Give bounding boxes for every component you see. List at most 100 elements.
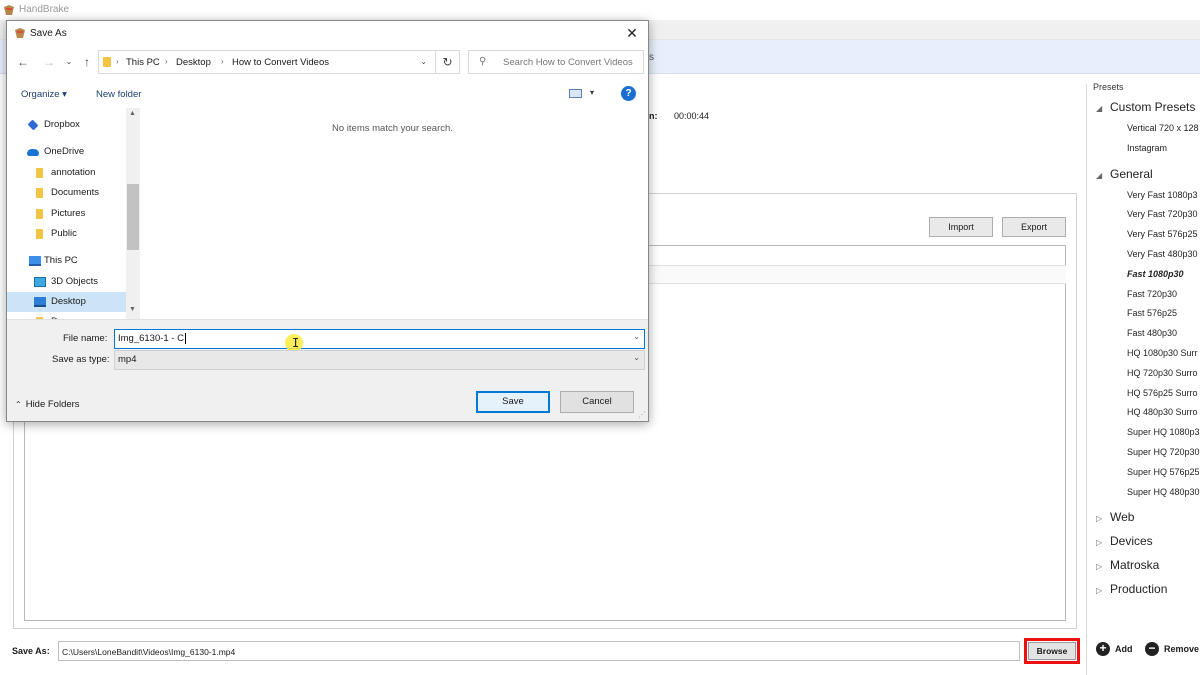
collapse-triangle-icon[interactable]: ◢ <box>1096 104 1110 113</box>
add-preset-button[interactable]: + Add <box>1096 642 1133 656</box>
export-button[interactable]: Export <box>1002 217 1066 237</box>
computer-icon <box>29 256 41 266</box>
nav-item-label: Documents <box>51 187 100 198</box>
breadcrumb-desktop[interactable]: Desktop <box>176 57 211 68</box>
view-dropdown-icon[interactable]: ▾ <box>590 88 594 97</box>
folder-icon <box>36 229 43 239</box>
breadcrumb-separator-icon: › <box>116 57 119 66</box>
address-dropdown-icon[interactable]: ⌄ <box>420 57 427 66</box>
scroll-thumb[interactable] <box>127 184 139 250</box>
preset-item[interactable]: Fast 480p30 <box>1127 328 1177 338</box>
save-type-select[interactable]: mp4 ⌄ <box>114 350 645 370</box>
preset-item[interactable]: Instagram <box>1127 143 1167 153</box>
collapse-triangle-icon[interactable]: ◢ <box>1096 171 1110 180</box>
folder-icon <box>36 188 43 198</box>
remove-preset-label: Remove <box>1164 644 1200 654</box>
preset-item[interactable]: Fast 576p25 <box>1127 308 1177 318</box>
back-arrow-icon[interactable]: ← <box>16 55 30 69</box>
nav-item-label: This PC <box>44 255 78 266</box>
import-button[interactable]: Import <box>929 217 993 237</box>
command-bar: Organize ▾ New folder ▾ ? <box>7 83 648 105</box>
preset-group-label: Matroska <box>1110 558 1160 573</box>
preset-group-label: Production <box>1110 582 1168 597</box>
nav-item[interactable]: 3D Objects <box>7 272 126 292</box>
folder-icon <box>103 57 111 67</box>
file-list-pane[interactable]: No items match your search. <box>140 108 648 319</box>
text-cursor-icon: I <box>292 336 300 350</box>
preset-item[interactable]: HQ 480p30 Surro <box>1127 407 1198 417</box>
breadcrumb-this-pc[interactable]: This PC <box>126 57 160 68</box>
preset-group[interactable]: ▷ Production <box>1096 582 1167 596</box>
chevron-up-icon: ⌃ <box>15 400 22 409</box>
preset-item[interactable]: Super HQ 480p30 <box>1127 487 1200 497</box>
preset-item[interactable]: Super HQ 576p25 <box>1127 467 1200 477</box>
view-options-icon[interactable] <box>569 89 582 98</box>
up-arrow-icon[interactable]: ↑ <box>80 55 94 69</box>
new-folder-button[interactable]: New folder <box>96 89 141 100</box>
preset-item[interactable]: Super HQ 1080p3 <box>1127 427 1200 437</box>
destination-path-input[interactable]: C:\Users\LoneBandit\Videos\Img_6130-1.mp… <box>58 641 1020 661</box>
preset-group[interactable]: ▷ Web <box>1096 510 1134 524</box>
nav-item-label: annotation <box>51 167 96 178</box>
nav-item[interactable]: Dropbox <box>7 115 126 135</box>
remove-preset-button[interactable]: − Remove <box>1145 642 1199 656</box>
breadcrumb-folder[interactable]: How to Convert Videos <box>232 57 329 68</box>
forward-arrow-icon[interactable]: → <box>42 55 56 69</box>
expand-triangle-icon[interactable]: ▷ <box>1096 586 1110 595</box>
preset-group[interactable]: ◢ Custom Presets <box>1096 100 1195 114</box>
preset-group[interactable]: ▷ Devices <box>1096 534 1153 548</box>
resize-grip-icon[interactable]: ⋰ <box>638 410 646 419</box>
navigation-pane: Dropbox OneDrive annotation Documents Pictur… <box>7 108 140 319</box>
preset-group[interactable]: ◢ General <box>1096 167 1153 181</box>
expand-triangle-icon[interactable]: ▷ <box>1096 562 1110 571</box>
nav-item[interactable]: Public <box>7 224 126 244</box>
preset-item[interactable]: Fast 1080p30 <box>1127 269 1184 279</box>
preset-item[interactable]: HQ 576p25 Surro <box>1127 388 1198 398</box>
nav-item[interactable]: This PC <box>7 251 126 271</box>
navigation-scrollbar[interactable]: ▲ ▼ <box>126 108 140 319</box>
nav-item[interactable]: D <box>7 312 126 319</box>
presets-heading: Presets <box>1093 82 1127 92</box>
refresh-icon[interactable]: ↻ <box>436 50 460 74</box>
nav-item[interactable]: Documents <box>7 183 126 203</box>
scroll-down-icon[interactable]: ▼ <box>129 306 136 313</box>
browse-button[interactable]: Browse <box>1028 642 1076 660</box>
preset-item[interactable]: HQ 720p30 Surro <box>1127 368 1198 378</box>
preset-item[interactable]: Super HQ 720p30 <box>1127 447 1200 457</box>
nav-item[interactable]: Desktop <box>7 292 126 312</box>
hide-folders-button[interactable]: ⌃ Hide Folders <box>15 399 80 410</box>
help-icon[interactable]: ? <box>621 86 636 101</box>
nav-item[interactable]: annotation <box>7 163 126 183</box>
save-button[interactable]: Save <box>476 391 550 413</box>
cloud-icon <box>27 149 39 156</box>
search-icon: ⚲ <box>479 56 487 67</box>
preset-item[interactable]: Very Fast 1080p3 <box>1127 190 1198 200</box>
cube-icon <box>34 277 46 287</box>
nav-item[interactable]: Pictures <box>7 204 126 224</box>
scroll-up-icon[interactable]: ▲ <box>129 110 136 117</box>
preset-item[interactable]: Very Fast 576p25 <box>1127 229 1198 239</box>
expand-triangle-icon[interactable]: ▷ <box>1096 538 1110 547</box>
cancel-button[interactable]: Cancel <box>560 391 634 413</box>
close-icon[interactable]: ✕ <box>624 25 640 41</box>
preset-item[interactable]: HQ 1080p30 Surr <box>1127 348 1198 358</box>
folder-icon <box>36 168 43 178</box>
search-input[interactable]: ⚲ Search How to Convert Videos <box>468 50 644 74</box>
preset-item[interactable]: Very Fast 720p30 <box>1127 209 1198 219</box>
organize-menu[interactable]: Organize ▾ <box>21 89 67 100</box>
preset-group[interactable]: ▷ Matroska <box>1096 558 1159 572</box>
address-bar[interactable]: › This PC › Desktop › How to Convert Vid… <box>98 50 436 74</box>
empty-message: No items match your search. <box>332 123 453 134</box>
save-as-dialog: Save As ✕ ← → ⌄ ↑ › This PC › Desktop › … <box>6 20 649 422</box>
nav-item-label: Public <box>51 228 77 239</box>
file-name-input[interactable]: Img_6130-1 - C ⌄ <box>114 329 645 349</box>
nav-item[interactable]: OneDrive <box>7 142 126 162</box>
save-type-dropdown-icon[interactable]: ⌄ <box>633 353 640 362</box>
expand-triangle-icon[interactable]: ▷ <box>1096 514 1110 523</box>
recent-locations-chevron-icon[interactable]: ⌄ <box>62 57 76 66</box>
preset-item[interactable]: Fast 720p30 <box>1127 289 1177 299</box>
file-name-dropdown-icon[interactable]: ⌄ <box>633 332 640 341</box>
app-title: HandBrake <box>19 4 70 15</box>
preset-item[interactable]: Very Fast 480p30 <box>1127 249 1198 259</box>
preset-item[interactable]: Vertical 720 x 128 <box>1127 123 1199 133</box>
